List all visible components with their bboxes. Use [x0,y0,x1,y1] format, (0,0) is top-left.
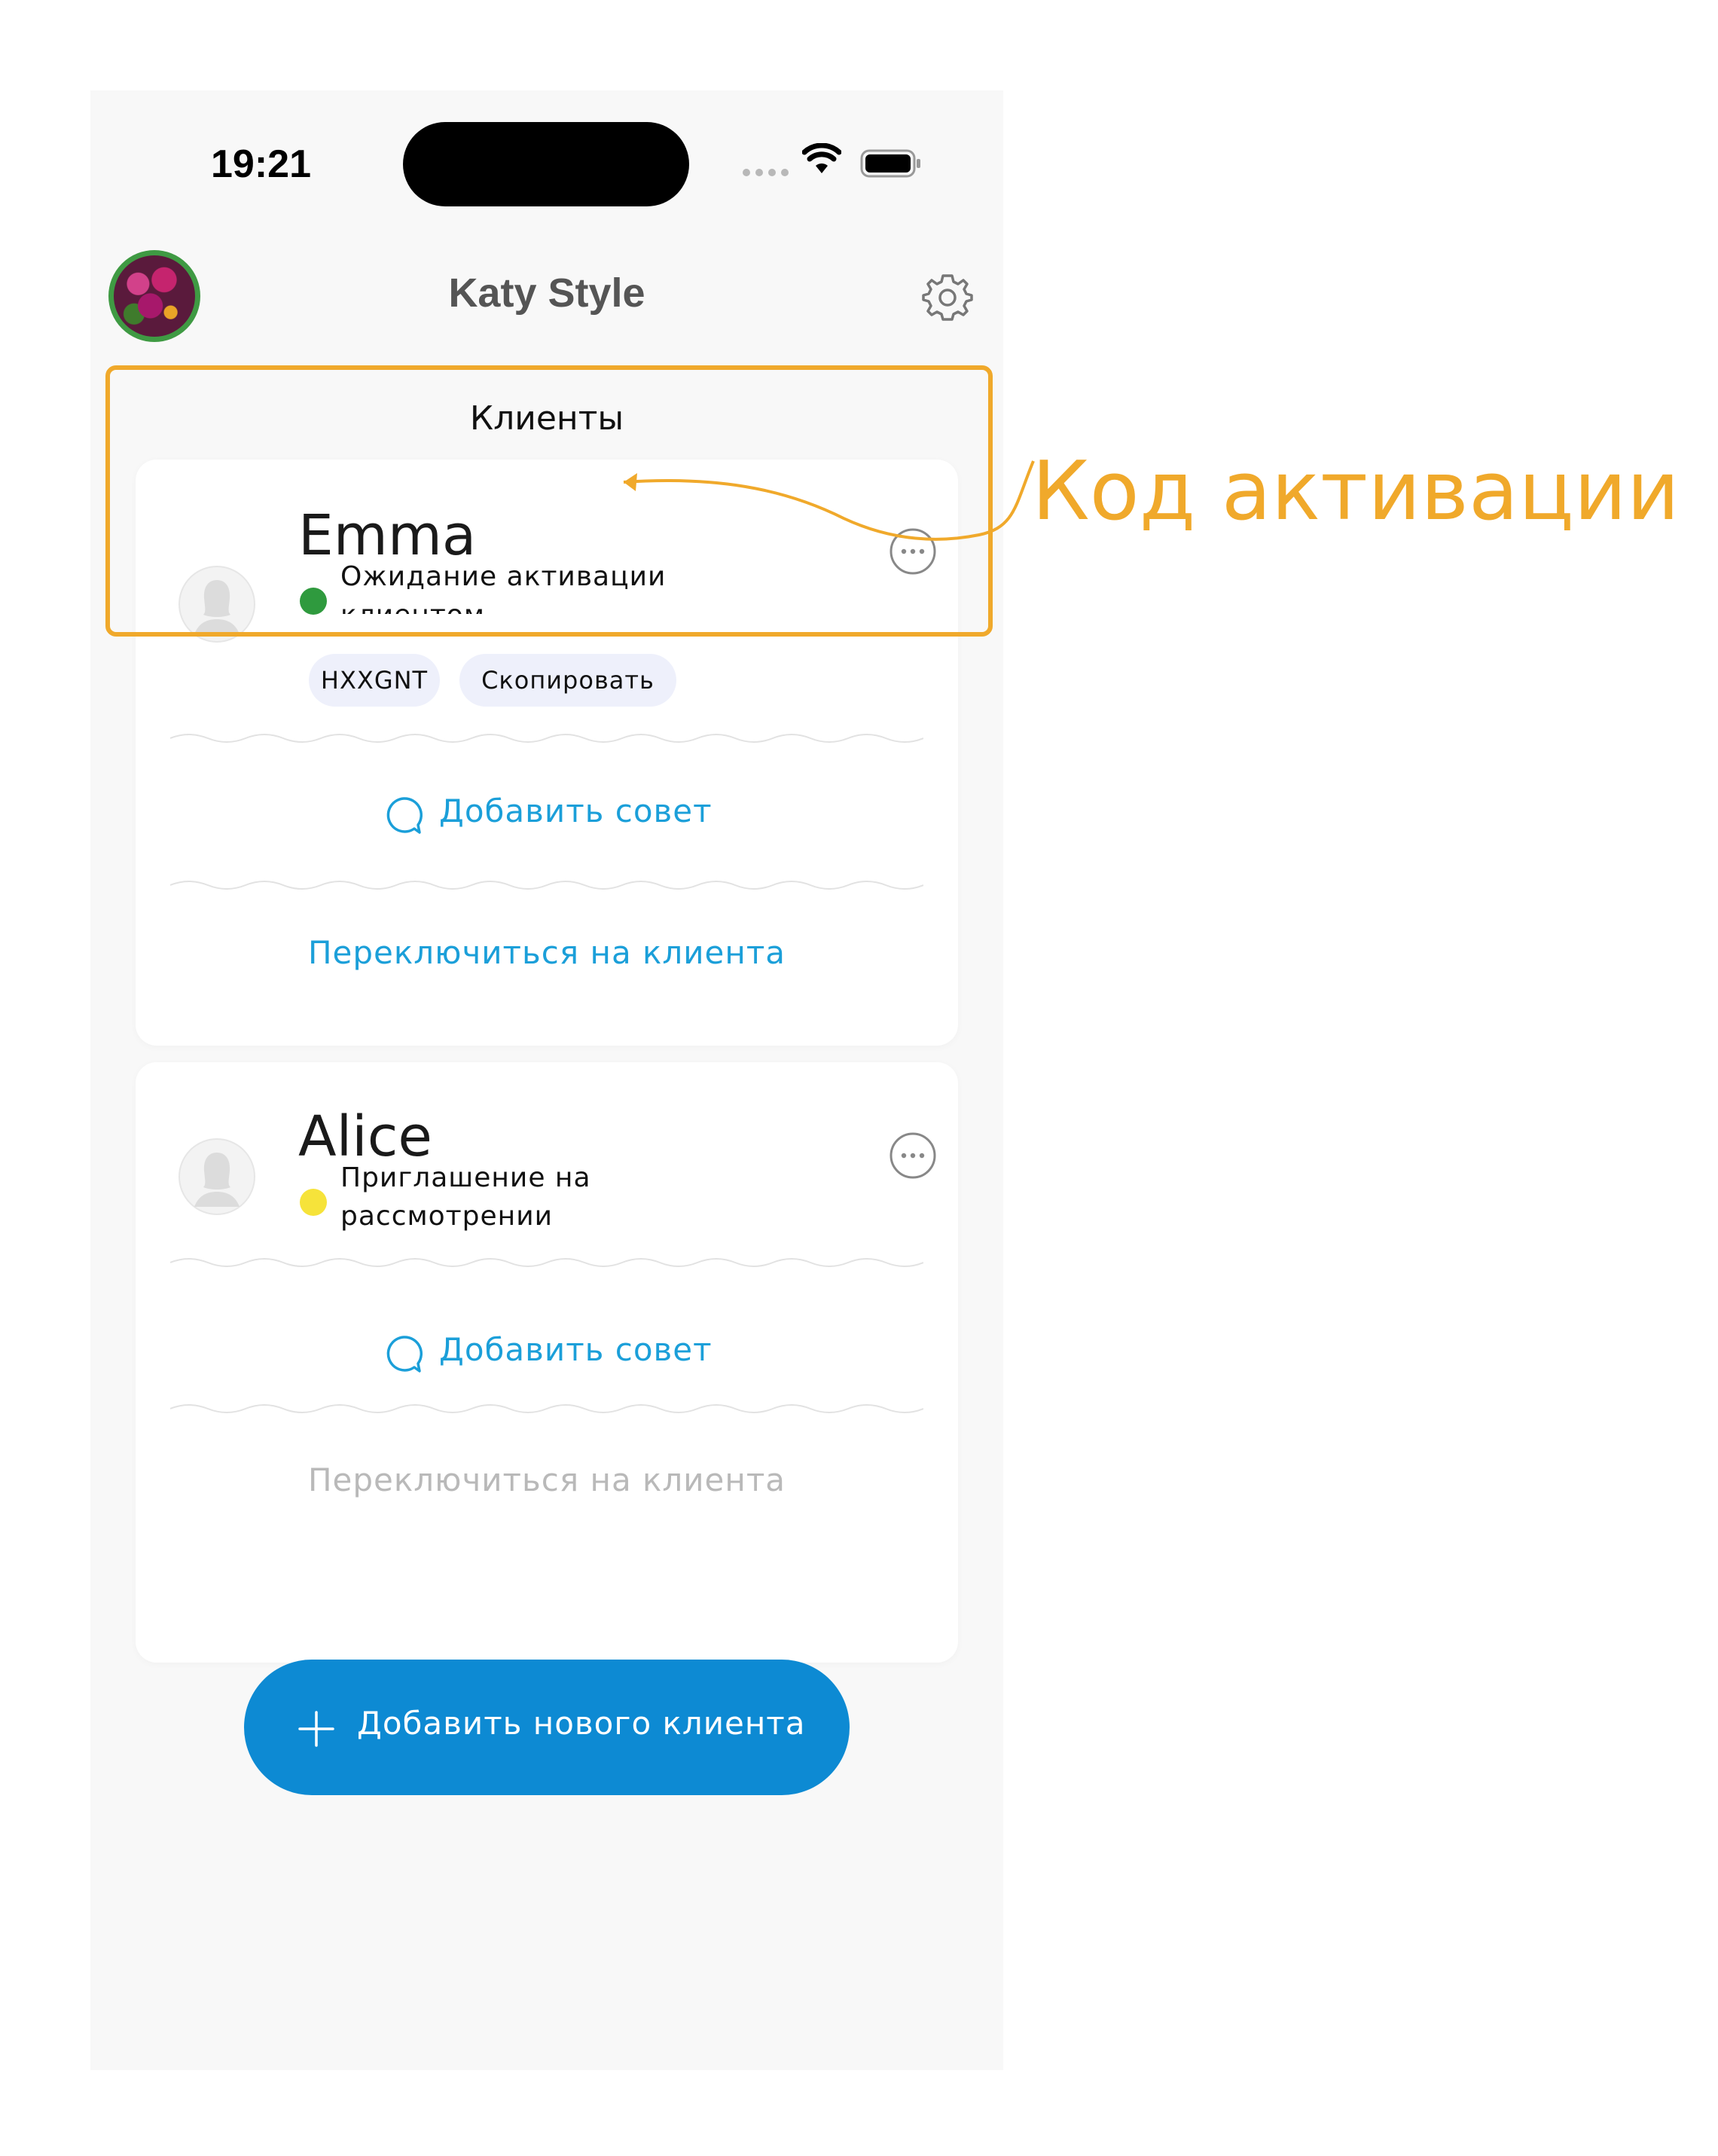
more-icon[interactable] [889,1131,937,1180]
app-header: Katy Style [90,241,1003,347]
annotation-arrow [623,460,1035,541]
add-advice-label: Добавить совет [439,1331,713,1368]
add-new-client-label: Добавить нового клиента [357,1705,806,1742]
status-bar: 19:21 [90,90,1003,234]
wavy-divider [170,881,923,890]
add-advice-button[interactable]: Добавить совет [136,783,958,844]
status-time: 19:21 [211,142,311,186]
person-icon [179,1138,255,1215]
client-status: Приглашение на рассмотрении [340,1162,591,1232]
annotation-label: Код активации [1032,444,1680,539]
chat-bubble-icon [386,797,423,834]
activation-code-chip: HXXGNT [309,654,440,707]
wavy-divider [170,734,923,743]
plus-icon [298,1711,334,1747]
gear-icon[interactable] [922,271,973,322]
add-new-client-button[interactable]: Добавить нового клиента [244,1660,850,1795]
add-advice-label: Добавить совет [439,792,713,829]
wavy-divider [170,1404,923,1413]
battery-icon [860,149,920,178]
status-dot [300,1189,327,1216]
client-card-alice: Alice Приглашение на рассмотрении Добави… [136,1062,958,1663]
switch-to-client-link: Переключиться на клиента [307,1461,786,1498]
chat-bubble-icon [386,1336,423,1373]
app-title: Katy Style [448,270,645,316]
copy-code-button[interactable]: Скопировать [459,654,676,707]
switch-to-client-link[interactable]: Переключиться на клиента [136,934,958,971]
dynamic-island [403,122,689,206]
wifi-icon [802,143,841,173]
wavy-divider [170,1258,923,1267]
cellular-signal-icon [743,169,789,176]
add-advice-button[interactable]: Добавить совет [136,1322,958,1382]
